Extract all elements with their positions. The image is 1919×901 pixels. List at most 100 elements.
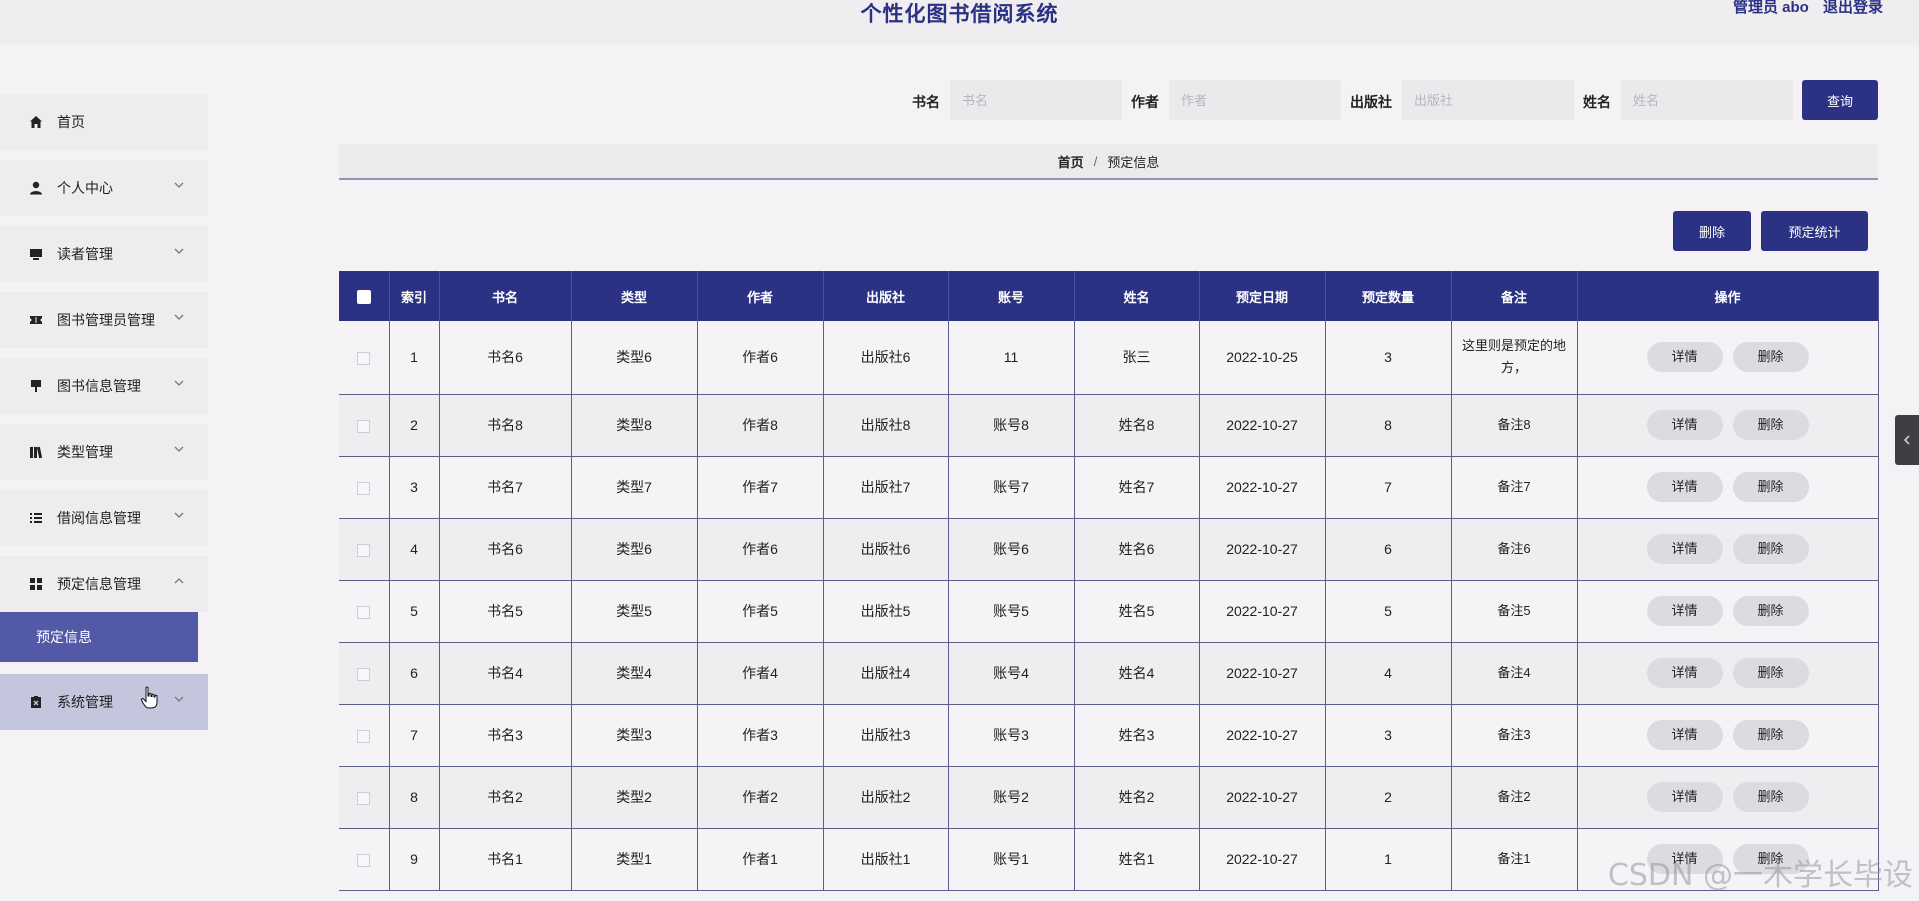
cell-actions: 详情 删除 bbox=[1577, 394, 1879, 457]
clipboard-icon bbox=[28, 694, 44, 710]
name-input[interactable] bbox=[1621, 80, 1793, 120]
author-input[interactable] bbox=[1169, 80, 1341, 120]
cell-account: 11 bbox=[948, 321, 1075, 395]
table-row: 8 书名2 类型2 作者2 出版社2 账号2 姓名2 2022-10-27 2 备注2 详情 删除 bbox=[339, 766, 1879, 829]
query-button[interactable]: 查询 bbox=[1802, 80, 1878, 120]
cell-date: 2022-10-27 bbox=[1199, 456, 1326, 519]
cell-type: 类型6 bbox=[571, 518, 698, 581]
cell-name: 姓名2 bbox=[1074, 766, 1200, 829]
row-checkbox[interactable] bbox=[357, 605, 371, 619]
row-checkbox[interactable] bbox=[357, 729, 371, 743]
cell-date: 2022-10-27 bbox=[1199, 518, 1326, 581]
sidebar-item-borrow-info-management[interactable]: 借阅信息管理 bbox=[0, 490, 208, 546]
row-checkbox[interactable] bbox=[357, 853, 371, 867]
sidebar-item-personal-center[interactable]: 个人中心 bbox=[0, 160, 208, 216]
sidebar-item-label: 预定信息管理 bbox=[57, 576, 141, 592]
cell-note: 备注4 bbox=[1451, 642, 1578, 705]
cell-note: 备注6 bbox=[1451, 518, 1578, 581]
column-header: 备注 bbox=[1451, 271, 1578, 321]
reservation-stats-button[interactable]: 预定统计 bbox=[1761, 211, 1868, 251]
row-checkbox[interactable] bbox=[357, 667, 371, 681]
cell-name: 姓名7 bbox=[1074, 456, 1200, 519]
grid-icon bbox=[28, 576, 44, 592]
row-delete-button[interactable]: 删除 bbox=[1732, 782, 1809, 812]
cell-type: 类型8 bbox=[571, 394, 698, 457]
cell-index: 1 bbox=[389, 321, 440, 395]
cell-name: 姓名6 bbox=[1074, 518, 1200, 581]
detail-button[interactable]: 详情 bbox=[1646, 782, 1723, 812]
column-header: 预定日期 bbox=[1199, 271, 1326, 321]
select-all-checkbox[interactable] bbox=[356, 289, 371, 304]
book-name-input[interactable] bbox=[950, 80, 1122, 120]
cell-actions: 详情 删除 bbox=[1577, 642, 1879, 705]
cell-index: 5 bbox=[389, 580, 440, 643]
sidebar-item-book-info-management[interactable]: 图书信息管理 bbox=[0, 358, 208, 414]
row-delete-button[interactable]: 删除 bbox=[1732, 472, 1809, 502]
cell-index: 4 bbox=[389, 518, 440, 581]
row-delete-button[interactable]: 删除 bbox=[1732, 342, 1809, 373]
chevron-down-icon bbox=[174, 446, 184, 452]
row-checkbox[interactable] bbox=[357, 791, 371, 805]
detail-button[interactable]: 详情 bbox=[1646, 472, 1723, 502]
sidebar-item-system-management[interactable]: 系统管理 bbox=[0, 674, 208, 730]
cell-index: 6 bbox=[389, 642, 440, 705]
cell-date: 2022-10-25 bbox=[1199, 321, 1326, 395]
cell-author: 作者6 bbox=[697, 321, 824, 395]
cell-account: 账号1 bbox=[948, 828, 1075, 891]
detail-button[interactable]: 详情 bbox=[1646, 410, 1723, 440]
publisher-input[interactable] bbox=[1402, 80, 1574, 120]
sidebar-item-label: 图书信息管理 bbox=[57, 378, 141, 394]
row-delete-button[interactable]: 删除 bbox=[1732, 596, 1809, 626]
row-checkbox[interactable] bbox=[357, 481, 371, 495]
detail-button[interactable]: 详情 bbox=[1646, 658, 1723, 688]
detail-button[interactable]: 详情 bbox=[1646, 534, 1723, 564]
cell-name: 姓名5 bbox=[1074, 580, 1200, 643]
cell-date: 2022-10-27 bbox=[1199, 828, 1326, 891]
cell-publisher: 出版社6 bbox=[823, 321, 949, 395]
row-select-cell bbox=[339, 704, 390, 767]
row-checkbox[interactable] bbox=[357, 543, 371, 557]
cell-qty: 5 bbox=[1325, 580, 1452, 643]
row-select-cell bbox=[339, 828, 390, 891]
batch-delete-button[interactable]: 删除 bbox=[1673, 211, 1751, 251]
cell-author: 作者8 bbox=[697, 394, 824, 457]
cell-type: 类型2 bbox=[571, 766, 698, 829]
hand-cursor-icon bbox=[140, 686, 158, 709]
row-delete-button[interactable]: 删除 bbox=[1732, 658, 1809, 688]
row-delete-button[interactable]: 删除 bbox=[1732, 720, 1809, 750]
cell-book: 书名6 bbox=[439, 518, 572, 581]
cell-note: 备注5 bbox=[1451, 580, 1578, 643]
row-checkbox[interactable] bbox=[357, 419, 371, 433]
column-header: 索引 bbox=[389, 271, 440, 321]
sidebar-item-librarian-management[interactable]: 图书管理员管理 bbox=[0, 292, 208, 348]
sidebar-item-reader-management[interactable]: 读者管理 bbox=[0, 226, 208, 282]
table-row: 3 书名7 类型7 作者7 出版社7 账号7 姓名7 2022-10-27 7 备注7 详情 删除 bbox=[339, 456, 1879, 519]
sidebar-item-reservation-management[interactable]: 预定信息管理 bbox=[0, 556, 208, 612]
cell-account: 账号4 bbox=[948, 642, 1075, 705]
detail-button[interactable]: 详情 bbox=[1646, 720, 1723, 750]
cell-actions: 详情 删除 bbox=[1577, 766, 1879, 829]
submenu-item-reservation-info[interactable]: 预定信息 bbox=[0, 612, 198, 662]
cell-publisher: 出版社4 bbox=[823, 642, 949, 705]
admin-user-label[interactable]: 管理员 abo bbox=[1733, 0, 1809, 16]
top-header: 个性化图书借阅系统 管理员 abo 退出登录 bbox=[0, 0, 1919, 44]
chevron-down-icon bbox=[174, 696, 184, 702]
chevron-down-icon bbox=[174, 314, 184, 320]
detail-button[interactable]: 详情 bbox=[1646, 596, 1723, 626]
row-delete-button[interactable]: 删除 bbox=[1732, 534, 1809, 564]
logout-link[interactable]: 退出登录 bbox=[1823, 0, 1883, 16]
cell-type: 类型4 bbox=[571, 642, 698, 705]
row-delete-button[interactable]: 删除 bbox=[1732, 410, 1809, 440]
column-header: 类型 bbox=[571, 271, 698, 321]
breadcrumb-home[interactable]: 首页 bbox=[1058, 152, 1084, 171]
collapse-panel-tab[interactable] bbox=[1895, 415, 1919, 465]
cell-actions: 详情 删除 bbox=[1577, 580, 1879, 643]
detail-button[interactable]: 详情 bbox=[1646, 342, 1723, 373]
sidebar-item-label: 借阅信息管理 bbox=[57, 510, 141, 526]
list-icon bbox=[28, 510, 44, 526]
cell-account: 账号6 bbox=[948, 518, 1075, 581]
sidebar-item-type-management[interactable]: 类型管理 bbox=[0, 424, 208, 480]
cell-account: 账号5 bbox=[948, 580, 1075, 643]
row-checkbox[interactable] bbox=[357, 352, 371, 366]
sidebar-item-label: 类型管理 bbox=[57, 444, 113, 460]
